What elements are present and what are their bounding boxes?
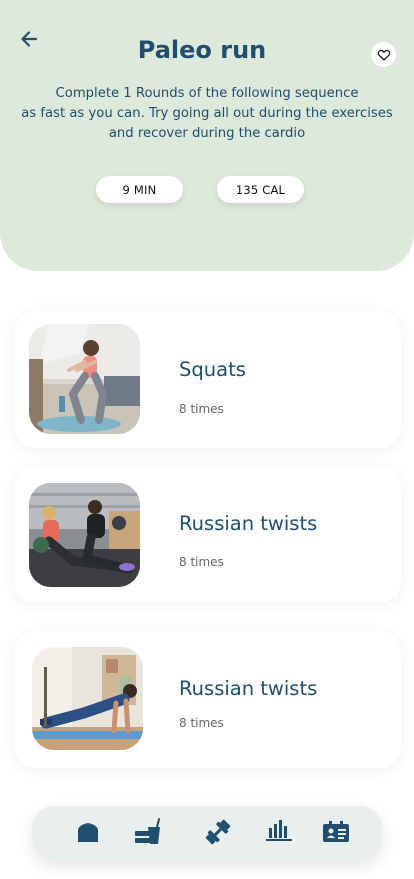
duration-badge: 9 MIN [96,176,183,203]
workout-header: Paleo run Complete 1 Rounds of the follo… [0,0,414,271]
calories-badge: 135 CAL [217,176,304,203]
favorite-button[interactable] [371,42,396,67]
heart-icon [377,49,390,61]
description-line: and recover during the cardio [108,126,306,141]
exercise-name: Russian twists [179,677,318,700]
exercise-card[interactable]: Russian twists 8 times [14,631,401,768]
nutrition-icon [135,818,160,844]
description-line: as fast as you can. Try going all out du… [21,106,393,121]
nav-nutrition[interactable] [133,817,163,847]
exercise-image-russian-twists [29,483,140,587]
nav-stats[interactable] [264,814,294,844]
exercise-card[interactable]: Russian twists 8 times [14,466,401,603]
workout-description: Complete 1 Rounds of the following seque… [18,84,396,144]
nav-home[interactable] [73,817,103,847]
exercise-image-pushup [32,647,143,750]
exercise-reps: 8 times [179,555,224,569]
description-line: Complete 1 Rounds of the following seque… [55,86,359,101]
page-title: Paleo run [137,36,267,64]
exercise-reps: 8 times [179,716,224,730]
bar-chart-icon [266,820,292,841]
exercise-image-squats [29,324,140,434]
home-icon [78,823,98,842]
exercise-name: Squats [179,358,246,381]
profile-card-icon [323,821,349,842]
exercise-name: Russian twists [179,512,318,535]
dumbbell-icon [205,819,231,845]
exercise-card[interactable]: Squats 8 times [14,311,401,448]
bottom-navigation [32,806,382,860]
exercise-reps: 8 times [179,402,224,416]
nav-workout[interactable] [203,817,233,847]
nav-profile[interactable] [321,817,351,847]
